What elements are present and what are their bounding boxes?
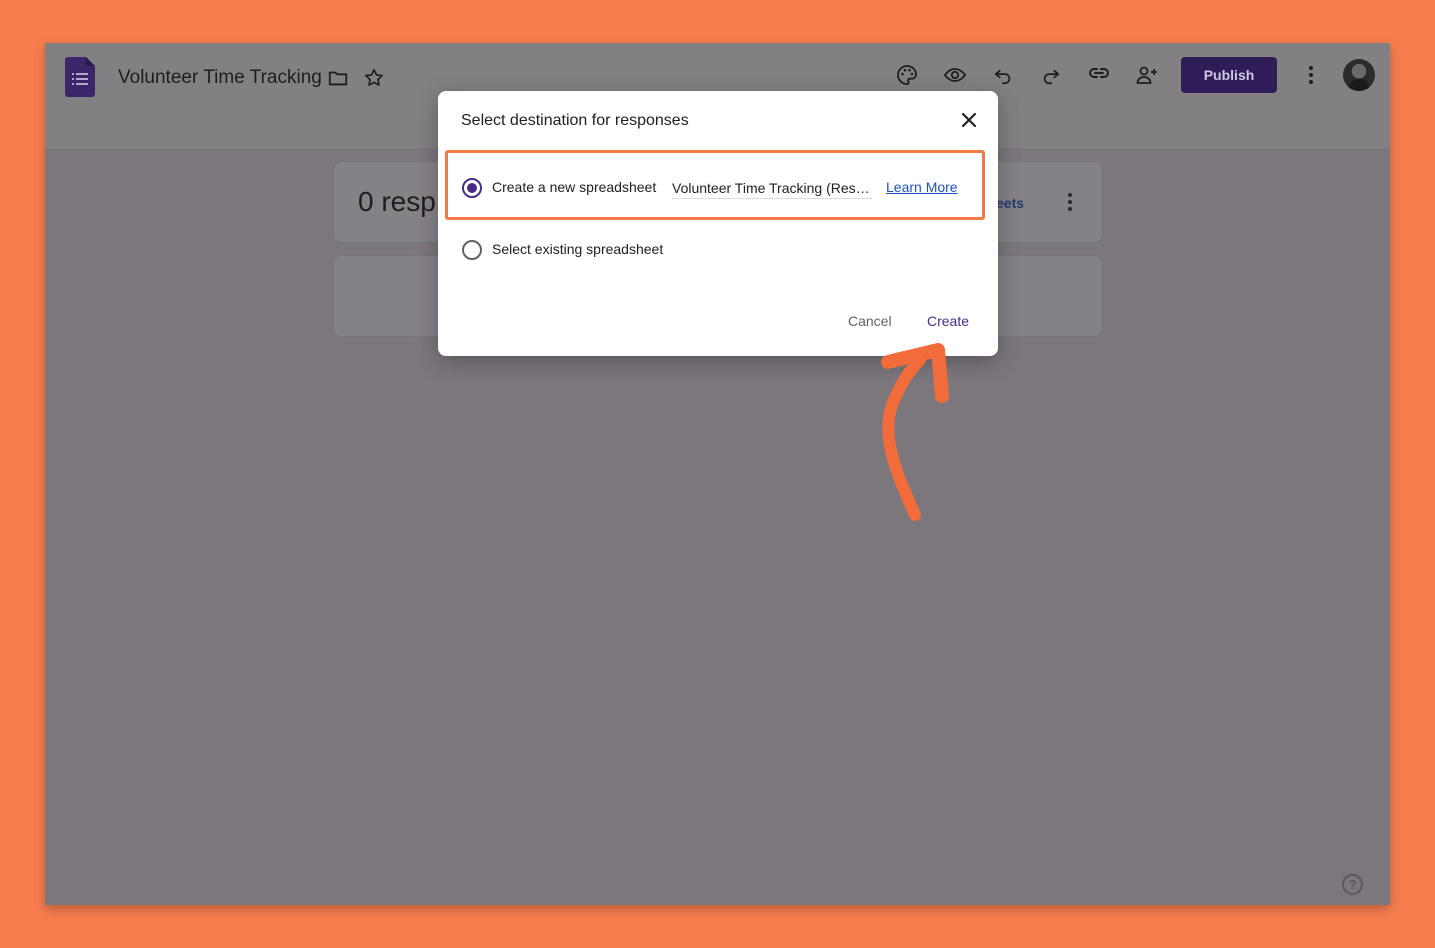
more-vert-icon[interactable] xyxy=(1058,190,1082,214)
create-new-spreadsheet-radio[interactable] xyxy=(462,178,482,198)
select-destination-dialog: Select destination for responses Create … xyxy=(438,91,998,356)
person-add-icon[interactable] xyxy=(1133,61,1161,89)
avatar[interactable] xyxy=(1343,59,1375,91)
link-icon[interactable] xyxy=(1085,59,1113,87)
create-button[interactable]: Create xyxy=(927,313,969,329)
create-new-spreadsheet-label[interactable]: Create a new spreadsheet xyxy=(492,179,656,195)
more-vert-icon[interactable] xyxy=(1297,61,1325,89)
eye-icon[interactable] xyxy=(941,61,969,89)
dialog-title: Select destination for responses xyxy=(461,112,689,129)
response-count: 0 resp xyxy=(358,186,436,217)
publish-button[interactable]: Publish xyxy=(1181,57,1277,93)
learn-more-link[interactable]: Learn More xyxy=(886,179,958,195)
folder-icon[interactable] xyxy=(324,64,352,92)
link-to-sheets-button[interactable]: eets xyxy=(996,195,1024,211)
star-icon[interactable] xyxy=(360,64,388,92)
forms-logo-icon[interactable] xyxy=(65,57,95,97)
close-icon[interactable] xyxy=(957,108,981,132)
document-title[interactable]: Volunteer Time Tracking xyxy=(118,67,322,89)
undo-icon[interactable] xyxy=(989,61,1017,89)
spreadsheet-name-input[interactable] xyxy=(672,177,872,199)
redo-icon[interactable] xyxy=(1037,61,1065,89)
palette-icon[interactable] xyxy=(893,61,921,89)
cancel-button[interactable]: Cancel xyxy=(848,313,892,329)
select-existing-spreadsheet-radio[interactable] xyxy=(462,240,482,260)
help-icon[interactable]: ? xyxy=(1342,874,1363,895)
select-existing-spreadsheet-label[interactable]: Select existing spreadsheet xyxy=(492,241,663,257)
